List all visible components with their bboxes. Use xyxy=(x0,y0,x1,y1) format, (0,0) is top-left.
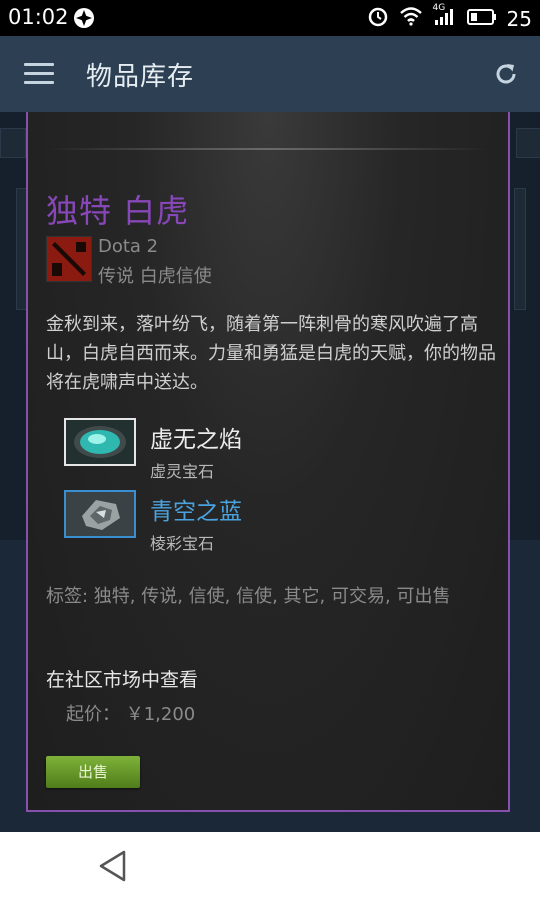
status-time: 01:02 xyxy=(8,5,69,29)
signal-icon: 4G xyxy=(432,3,457,31)
refresh-icon[interactable] xyxy=(492,60,520,88)
inventory-tile xyxy=(0,128,26,158)
gem-type: 虚灵宝石 xyxy=(150,462,215,481)
network-type-label: 4G xyxy=(432,3,446,13)
app-header: 物品库存 xyxy=(0,36,540,112)
item-type: 传说 白虎信使 xyxy=(98,266,212,287)
price-label: 起价： xyxy=(66,704,120,725)
item-detail-card: 独特 白虎 Dota 2 传说 白虎信使 金秋到来，落叶纷飞，随着第一阵刺骨的寒… xyxy=(26,112,510,812)
price-value: ￥1,200 xyxy=(125,704,196,725)
app-status-icon xyxy=(72,6,96,34)
page-title: 物品库存 xyxy=(86,62,195,92)
gem-name: 青空之蓝 xyxy=(150,499,242,525)
system-nav-bar xyxy=(0,832,540,900)
item-tags: 标签: 独特, 传说, 信使, 信使, 其它, 可交易, 可出售 xyxy=(46,586,451,607)
inventory-tile xyxy=(514,188,526,310)
gem-ethereal-icon xyxy=(64,418,136,466)
item-description: 金秋到来，落叶纷飞，随着第一阵刺骨的寒风吹遍了高山，白虎自西而来。力量和勇猛是白… xyxy=(46,314,496,393)
starting-price: 起价： ￥1,200 xyxy=(66,700,195,726)
dota2-logo-icon xyxy=(46,236,92,282)
alarm-icon xyxy=(367,5,389,32)
view-in-market-link[interactable]: 在社区市场中查看 xyxy=(46,665,198,692)
sell-button[interactable]: 出售 xyxy=(46,756,140,788)
battery-level: 25 xyxy=(506,6,532,31)
divider xyxy=(48,148,488,150)
back-icon[interactable] xyxy=(96,849,130,887)
status-bar: 01:02 4G 25 xyxy=(0,0,540,36)
game-name: Dota 2 xyxy=(98,236,159,257)
battery-icon xyxy=(466,7,497,31)
inventory-tile xyxy=(516,128,540,158)
gem-name: 虚无之焰 xyxy=(150,427,242,453)
wifi-icon xyxy=(399,6,423,31)
gem-prismatic-icon xyxy=(64,490,136,538)
item-name: 独特 白虎 xyxy=(46,192,190,230)
gem-type: 棱彩宝石 xyxy=(150,534,215,553)
hamburger-menu-icon[interactable] xyxy=(24,63,54,85)
